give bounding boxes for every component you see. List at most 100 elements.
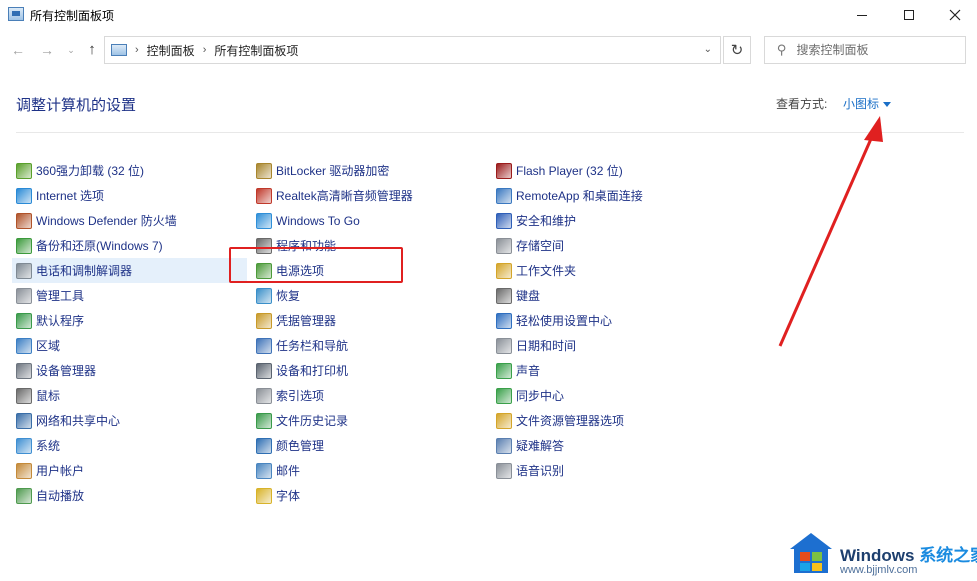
control-panel-item-label: Flash Player (32 位) bbox=[516, 164, 623, 178]
control-panel-item-label: 索引选项 bbox=[276, 389, 325, 403]
indexing-icon bbox=[256, 387, 272, 404]
control-panel-item[interactable]: 恢复 bbox=[252, 283, 487, 308]
control-panel-item[interactable]: Windows To Go bbox=[252, 208, 487, 233]
control-panel-item-label: 安全和维护 bbox=[516, 214, 577, 228]
control-panel-item[interactable]: 管理工具 bbox=[12, 283, 247, 308]
backup-icon bbox=[16, 237, 32, 254]
watermark-title-en: Windows bbox=[840, 546, 920, 565]
control-panel-item[interactable]: 文件资源管理器选项 bbox=[492, 408, 727, 433]
control-panel-item[interactable]: 工作文件夹 bbox=[492, 258, 727, 283]
control-panel-item[interactable]: 自动播放 bbox=[12, 483, 247, 508]
admin-tools-icon bbox=[16, 287, 32, 304]
forward-button[interactable]: → bbox=[38, 41, 56, 59]
control-panel-item[interactable]: Internet 选项 bbox=[12, 183, 247, 208]
control-panel-item[interactable]: 键盘 bbox=[492, 283, 727, 308]
control-panel-item[interactable]: 声音 bbox=[492, 358, 727, 383]
minimize-button[interactable] bbox=[839, 0, 885, 30]
control-panel-item[interactable]: 疑难解答 bbox=[492, 433, 727, 458]
recent-locations-button[interactable]: ⌄ bbox=[62, 41, 80, 59]
control-panel-item[interactable]: 用户帐户 bbox=[12, 458, 247, 483]
address-bar[interactable]: › 控制面板 › 所有控制面板项 ⌄ bbox=[104, 36, 721, 64]
control-panel-item-label: 存储空间 bbox=[516, 239, 565, 253]
control-panel-item[interactable]: BitLocker 驱动器加密 bbox=[252, 158, 487, 183]
control-panel-item[interactable]: 设备和打印机 bbox=[252, 358, 487, 383]
control-panel-item[interactable]: 默认程序 bbox=[12, 308, 247, 333]
breadcrumb-separator[interactable]: › bbox=[135, 44, 139, 56]
control-panel-item[interactable]: 网络和共享中心 bbox=[12, 408, 247, 433]
control-panel-item-label: Realtek高清晰音频管理器 bbox=[276, 189, 413, 203]
control-panel-item[interactable]: Flash Player (32 位) bbox=[492, 158, 727, 183]
control-panel-item[interactable]: Windows Defender 防火墙 bbox=[12, 208, 247, 233]
control-panel-item[interactable]: 存储空间 bbox=[492, 233, 727, 258]
keyboard-icon bbox=[496, 287, 512, 304]
control-panel-item[interactable]: 备份和还原(Windows 7) bbox=[12, 233, 247, 258]
control-panel-item[interactable]: 字体 bbox=[252, 483, 487, 508]
breadcrumb-all-items[interactable]: 所有控制面板项 bbox=[214, 42, 298, 59]
printer-icon bbox=[256, 362, 272, 379]
windows-logo-icon bbox=[790, 533, 832, 573]
control-panel-item-label: 文件资源管理器选项 bbox=[516, 414, 625, 428]
refresh-button[interactable]: ↻ bbox=[723, 36, 751, 64]
control-panel-item[interactable]: 邮件 bbox=[252, 458, 487, 483]
search-box[interactable]: ⚲ bbox=[764, 36, 966, 64]
control-panel-item-label: 文件历史记录 bbox=[276, 414, 349, 428]
control-panel-item[interactable]: 电话和调制解调器 bbox=[12, 258, 247, 283]
internet-options-icon bbox=[16, 187, 32, 204]
search-icon: ⚲ bbox=[777, 42, 787, 57]
flash-player-icon bbox=[496, 162, 512, 179]
breadcrumb-separator[interactable]: › bbox=[203, 44, 207, 56]
control-panel-item-label: 管理工具 bbox=[36, 289, 85, 303]
items-column-2: BitLocker 驱动器加密 Realtek高清晰音频管理器 Windows To… bbox=[252, 158, 487, 508]
control-panel-item[interactable]: 索引选项 bbox=[252, 383, 487, 408]
control-panel-item[interactable]: 鼠标 bbox=[12, 383, 247, 408]
breadcrumb-control-panel[interactable]: 控制面板 bbox=[147, 42, 195, 59]
control-panel-item-label: 工作文件夹 bbox=[516, 264, 577, 278]
control-panel-item-label: 邮件 bbox=[276, 464, 301, 478]
control-panel-item[interactable]: 凭据管理器 bbox=[252, 308, 487, 333]
control-panel-item[interactable]: 系统 bbox=[12, 433, 247, 458]
back-button[interactable]: ← bbox=[9, 41, 27, 59]
control-panel-item-label: 备份和还原(Windows 7) bbox=[36, 239, 163, 253]
mail-icon bbox=[256, 462, 272, 479]
control-panel-item[interactable]: RemoteApp 和桌面连接 bbox=[492, 183, 727, 208]
control-panel-item[interactable]: 语音识别 bbox=[492, 458, 727, 483]
phone-modem-icon bbox=[16, 262, 32, 279]
control-panel-item-label: 网络和共享中心 bbox=[36, 414, 121, 428]
up-button[interactable]: ↑ bbox=[83, 41, 101, 59]
control-panel-item[interactable]: 安全和维护 bbox=[492, 208, 727, 233]
watermark-title-cn: 系统之家 bbox=[919, 546, 977, 565]
explorer-options-icon bbox=[496, 412, 512, 429]
title-bar: 所有控制面板项 bbox=[0, 0, 977, 30]
control-panel-item[interactable]: 文件历史记录 bbox=[252, 408, 487, 433]
address-dropdown-icon[interactable]: ⌄ bbox=[704, 44, 712, 55]
control-panel-item-label: 鼠标 bbox=[36, 389, 61, 403]
color-management-icon bbox=[256, 437, 272, 454]
control-panel-item-label: 用户帐户 bbox=[36, 464, 85, 478]
security-flag-icon bbox=[496, 212, 512, 229]
control-panel-item-label: Internet 选项 bbox=[36, 189, 105, 203]
maximize-button[interactable] bbox=[886, 0, 932, 30]
control-panel-item-label: Windows Defender 防火墙 bbox=[36, 214, 177, 228]
maximize-icon bbox=[904, 10, 914, 20]
control-panel-item-label: 日期和时间 bbox=[516, 339, 577, 353]
control-panel-item[interactable]: 任务栏和导航 bbox=[252, 333, 487, 358]
control-panel-item[interactable]: 日期和时间 bbox=[492, 333, 727, 358]
control-panel-item[interactable]: 360强力卸载 (32 位) bbox=[12, 158, 247, 183]
control-panel-item[interactable]: 轻松使用设置中心 bbox=[492, 308, 727, 333]
control-panel-icon bbox=[111, 44, 127, 56]
control-panel-item[interactable]: 设备管理器 bbox=[12, 358, 247, 383]
date-time-icon bbox=[496, 337, 512, 354]
mouse-icon bbox=[16, 387, 32, 404]
items-column-1: 360强力卸载 (32 位) Internet 选项 Windows Defende… bbox=[12, 158, 247, 508]
control-panel-item[interactable]: 颜色管理 bbox=[252, 433, 487, 458]
control-panel-item-label: 字体 bbox=[276, 489, 301, 503]
control-panel-item-label: 声音 bbox=[516, 364, 541, 378]
firewall-icon bbox=[16, 212, 32, 229]
close-button[interactable] bbox=[932, 0, 977, 30]
search-input[interactable] bbox=[796, 43, 947, 57]
control-panel-item-label: 凭据管理器 bbox=[276, 314, 337, 328]
highlight-box bbox=[229, 247, 403, 283]
control-panel-item[interactable]: Realtek高清晰音频管理器 bbox=[252, 183, 487, 208]
control-panel-item[interactable]: 同步中心 bbox=[492, 383, 727, 408]
control-panel-item[interactable]: 区域 bbox=[12, 333, 247, 358]
